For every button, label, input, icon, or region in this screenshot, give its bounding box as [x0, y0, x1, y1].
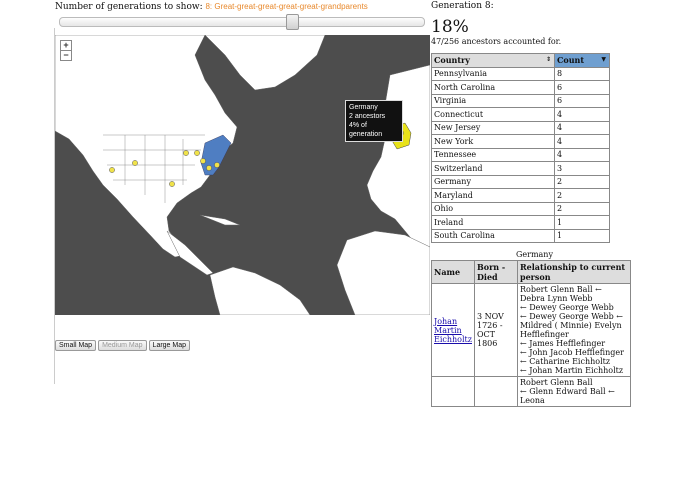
table-row[interactable]: Ireland 1: [431, 215, 610, 230]
relationship-line: ← Glenn Edward Ball ← Leona: [519, 387, 615, 405]
name-column-header: Name: [431, 260, 475, 284]
table-row[interactable]: North Carolina 6: [431, 80, 610, 95]
tooltip-country: Germany: [349, 104, 378, 111]
relationship-line: ← Dewey George Webb: [519, 303, 614, 312]
people-table: Name Born - Died Relationship to current…: [431, 260, 632, 407]
count-column-header[interactable]: Count ▼: [554, 53, 610, 68]
relationship-line: Robert Glenn Ball: [519, 378, 593, 387]
map-marker: [132, 160, 138, 166]
generation-heading: Generation 8:: [431, 1, 494, 11]
generations-label: Number of generations to show: 8: Great-…: [55, 2, 368, 12]
relationship-line: ← Dewey George Webb ← Mildred ( Minnie) …: [519, 312, 623, 339]
small-map-button[interactable]: Small Map: [55, 340, 97, 351]
table-row[interactable]: Connecticut 4: [431, 107, 610, 122]
person-name-cell: Johan Martin Eichholtz: [431, 283, 475, 377]
country-cell: New York: [431, 134, 555, 149]
tooltip-share: 4% of generation: [349, 122, 383, 138]
count-cell: 8: [554, 66, 610, 81]
person-name-cell: [431, 376, 475, 407]
country-cell: Tennessee: [431, 147, 555, 162]
table-row: Johan Martin Eichholtz 3 NOV 1726 - OCT 1…: [431, 283, 632, 377]
cuba: [199, 214, 241, 226]
tooltip-ancestors: 2 ancestors: [349, 113, 386, 120]
table-row[interactable]: Ohio 2: [431, 201, 610, 216]
map-marker: [206, 165, 212, 171]
dates-cell: [473, 376, 518, 407]
dates-cell: 3 NOV 1726 - OCT 1806: [473, 283, 518, 377]
country-table: Country ⇕ Count ▼ Pennsylvania 8 North Carol…: [431, 53, 610, 243]
country-cell: Ohio: [431, 201, 555, 216]
table-row[interactable]: Germany 2: [431, 174, 610, 189]
africa: [336, 230, 430, 315]
count-cell: 2: [554, 188, 610, 203]
map-marker: [194, 150, 200, 156]
count-cell: 1: [554, 228, 610, 243]
country-cell: Germany: [431, 174, 555, 189]
relationship-line: ← John Jacob Hefflefinger ← Catharine Ei…: [519, 348, 624, 366]
south-america: [209, 266, 311, 315]
table-row[interactable]: Pennsylvania 8: [431, 66, 610, 81]
relationship-line: ← Johan Martin Eichholtz: [519, 366, 624, 375]
map-canvas: [55, 35, 430, 315]
europe: [366, 64, 430, 251]
selected-country: Germany: [516, 250, 553, 259]
relationship-cell: Robert Glenn Ball ← Glenn Edward Ball ← L…: [516, 376, 632, 407]
count-cell: 1: [554, 215, 610, 230]
count-cell: 4: [554, 147, 610, 162]
ancestor-map[interactable]: + − Germany 2 ancestors 4% of generation: [55, 35, 430, 315]
relationship-line: ← James Hefflefinger: [519, 339, 606, 348]
country-column-header[interactable]: Country ⇕: [431, 53, 555, 68]
greenland: [204, 35, 326, 91]
count-cell: 4: [554, 120, 610, 135]
medium-map-button[interactable]: Medium Map: [98, 340, 147, 351]
person-link[interactable]: Johan Martin Eichholtz: [434, 317, 472, 344]
map-marker: [109, 167, 115, 173]
table-row[interactable]: South Carolina 1: [431, 228, 610, 243]
large-map-button[interactable]: Large Map: [148, 340, 191, 351]
country-cell: Connecticut: [431, 107, 555, 122]
country-cell: Pennsylvania: [431, 66, 555, 81]
map-marker: [200, 158, 206, 164]
ancestors-accounted: 47/256 ancestors accounted for.: [431, 37, 562, 46]
selected-generation: 8: Great-great-great-great-great-grandpa…: [205, 2, 368, 11]
table-row[interactable]: New York 4: [431, 134, 610, 149]
count-cell: 3: [554, 161, 610, 176]
sort-both-icon: ⇕: [545, 56, 551, 63]
count-cell: 4: [554, 107, 610, 122]
count-cell: 2: [554, 174, 610, 189]
country-cell: Ireland: [431, 215, 555, 230]
count-cell: 4: [554, 134, 610, 149]
table-row[interactable]: Switzerland 3: [431, 161, 610, 176]
relationship-cell: Robert Glenn Ball ← Debra Lynn Webb ← Dew…: [516, 283, 632, 377]
country-cell: Switzerland: [431, 161, 555, 176]
slider-handle[interactable]: [286, 14, 299, 30]
relationship-line: Robert Glenn Ball ← Debra Lynn Webb: [519, 285, 602, 303]
map-marker: [214, 162, 220, 168]
dates-column-header: Born - Died: [473, 260, 518, 284]
country-cell: Maryland: [431, 188, 555, 203]
count-cell: 2: [554, 201, 610, 216]
map-tooltip: Germany 2 ancestors 4% of generation: [345, 100, 403, 142]
count-cell: 6: [554, 80, 610, 95]
country-cell: South Carolina: [431, 228, 555, 243]
table-row[interactable]: New Jersey 4: [431, 120, 610, 135]
percent-accounted: 18%: [431, 17, 469, 37]
country-cell: North Carolina: [431, 80, 555, 95]
map-marker: [169, 181, 175, 187]
table-row[interactable]: Virginia 6: [431, 93, 610, 108]
zoom-out-button[interactable]: −: [60, 50, 72, 61]
table-row[interactable]: Maryland 2: [431, 188, 610, 203]
table-row: Robert Glenn Ball ← Glenn Edward Ball ← L…: [431, 376, 632, 407]
map-size-buttons: Small Map Medium Map Large Map: [55, 332, 192, 351]
count-cell: 6: [554, 93, 610, 108]
country-cell: Virginia: [431, 93, 555, 108]
sort-desc-icon: ▼: [601, 56, 606, 63]
map-marker: [183, 150, 189, 156]
table-row[interactable]: Tennessee 4: [431, 147, 610, 162]
relationship-column-header: Relationship to current person: [516, 260, 632, 284]
generation-slider[interactable]: [59, 14, 425, 30]
country-cell: New Jersey: [431, 120, 555, 135]
